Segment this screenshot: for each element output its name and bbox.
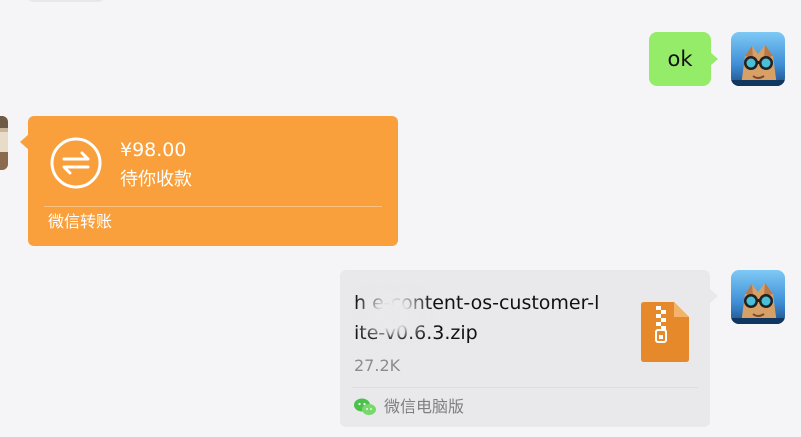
- user-avatar[interactable]: [731, 32, 785, 86]
- user-avatar[interactable]: [731, 270, 785, 324]
- contact-avatar-image: [0, 116, 8, 170]
- cat-avatar-image: [731, 32, 785, 86]
- wechat-icon: [354, 398, 376, 415]
- divider: [352, 387, 698, 388]
- previous-message-fragment: [28, 0, 104, 2]
- transfer-status: 待你收款: [120, 169, 192, 190]
- contact-avatar[interactable]: [0, 116, 8, 170]
- redaction-blur: [360, 292, 426, 336]
- outgoing-text-message[interactable]: ok: [649, 32, 718, 86]
- zip-file-icon: [641, 302, 689, 362]
- transfer-amount: ¥98.00: [120, 139, 187, 161]
- transfer-footer-label: 微信转账: [48, 212, 113, 231]
- file-source: 微信电脑版: [354, 396, 464, 418]
- file-size: 27.2K: [354, 356, 401, 375]
- cat-avatar-image: [731, 270, 785, 324]
- file-message-card[interactable]: h e-content-os-customer-lite-v0.6.3.zip …: [340, 270, 718, 427]
- message-text: ok: [667, 47, 693, 71]
- transfer-message-card[interactable]: ¥98.00 待你收款 微信转账: [20, 116, 398, 246]
- transfer-icon: [50, 137, 102, 189]
- divider: [44, 206, 382, 207]
- file-source-label: 微信电脑版: [384, 397, 465, 416]
